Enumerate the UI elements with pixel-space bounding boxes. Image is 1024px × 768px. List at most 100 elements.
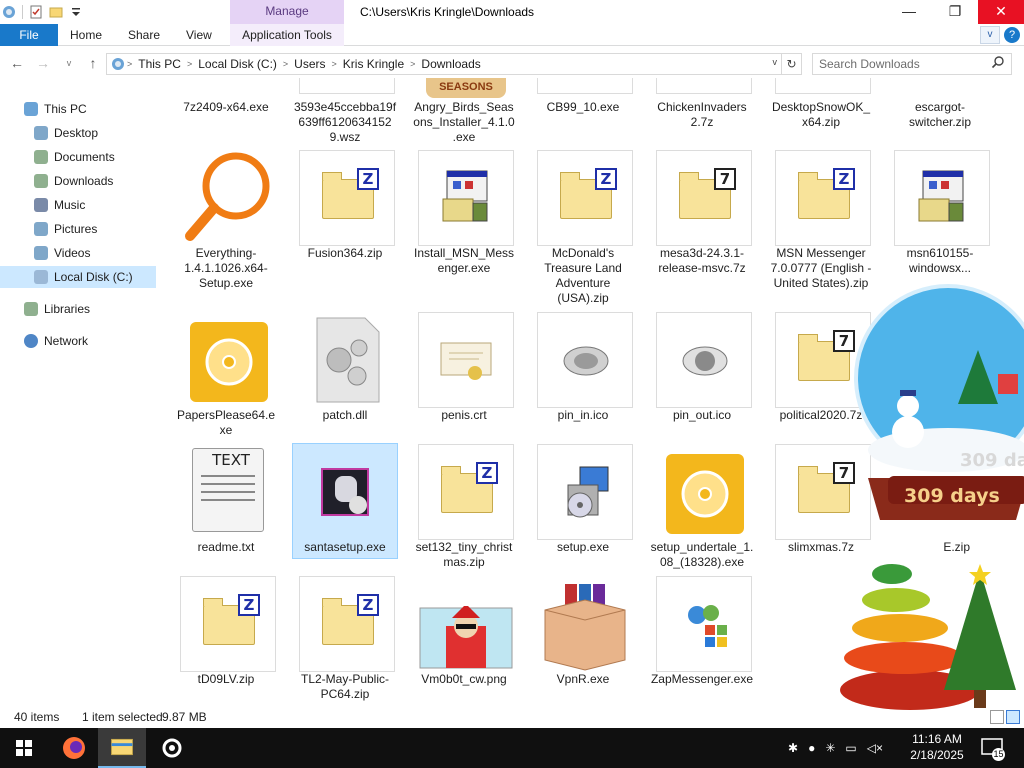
close-button[interactable]: ✕ bbox=[978, 0, 1024, 24]
file-escargot[interactable]: escargot-switcher.zip bbox=[888, 78, 992, 142]
sidebar-item-libraries[interactable]: Libraries bbox=[24, 298, 90, 320]
address-bar[interactable]: > This PC > Local Disk (C:) > Users > Kr… bbox=[106, 53, 782, 75]
desktop-icon bbox=[34, 126, 48, 140]
messenger-icon bbox=[688, 605, 727, 647]
sidebar-item-label: Libraries bbox=[44, 302, 91, 316]
file-zapmessenger[interactable]: ZapMessenger.exe bbox=[650, 576, 754, 706]
recent-locations-button[interactable]: v bbox=[58, 52, 80, 74]
windows-start-icon[interactable] bbox=[0, 728, 48, 768]
breadcrumb-separator[interactable]: > bbox=[408, 59, 417, 69]
snowflake-tray-icon[interactable]: ✱ bbox=[788, 741, 798, 755]
notification-center-icon[interactable]: 15 bbox=[980, 736, 1005, 761]
file-chickeninvaders[interactable]: ChickenInvaders 2.7z bbox=[650, 78, 754, 142]
tab-file[interactable]: File bbox=[0, 24, 58, 46]
file-vpnr[interactable]: VpnR.exe bbox=[531, 576, 635, 706]
file-vm0b0t-png[interactable]: Vm0b0t_cw.png bbox=[412, 576, 516, 706]
expand-ribbon-button[interactable]: v bbox=[980, 26, 1000, 44]
file-mesa3d[interactable]: 7 mesa3d-24.3.1-release-msvc.7z bbox=[650, 150, 754, 300]
file-santasetup-selected[interactable]: santasetup.exe bbox=[292, 443, 398, 559]
documents-icon bbox=[34, 150, 48, 164]
sidebar-item-music[interactable]: Music bbox=[34, 194, 85, 216]
file-explorer-taskbar-icon[interactable] bbox=[98, 728, 146, 768]
tab-view[interactable]: View bbox=[174, 24, 224, 46]
address-dropdown-icon[interactable]: v bbox=[773, 57, 778, 67]
file-cb99[interactable]: CB99_10.exe bbox=[531, 78, 635, 142]
file-label: VpnR.exe bbox=[556, 672, 610, 686]
file-pin-in[interactable]: pin_in.ico bbox=[531, 312, 635, 442]
taskbar-clock[interactable]: 11:16 AM 2/18/2025 bbox=[904, 731, 970, 763]
file-fusion364[interactable]: Z Fusion364.zip bbox=[293, 150, 397, 300]
days-counter-top: 309 days bbox=[960, 450, 1024, 471]
sidebar-item-documents[interactable]: Documents bbox=[34, 146, 115, 168]
7z-archive-icon: 7 bbox=[679, 168, 736, 219]
file-angry-birds[interactable]: SEASONS Angry_Birds_Seasons_Installer_4.… bbox=[412, 78, 516, 144]
file-pin-out[interactable]: pin_out.ico bbox=[650, 312, 754, 442]
item-count: 40 items bbox=[14, 710, 60, 724]
sidebar-item-label: Network bbox=[44, 334, 89, 348]
file-everything-setup[interactable]: Everything-1.4.1.1026.x64-Setup.exe bbox=[174, 150, 278, 300]
file-wsz[interactable]: 3593e45ccebba19f639ff6120634152 9.wsz bbox=[293, 78, 397, 144]
christmas-tree-widget[interactable] bbox=[840, 540, 1024, 720]
explorer-app-icon[interactable] bbox=[2, 5, 16, 19]
file-thumbnail bbox=[656, 312, 752, 408]
sidebar-item-this-pc[interactable]: This PC bbox=[24, 98, 87, 120]
file-readme[interactable]: TEXT readme.txt bbox=[174, 444, 278, 574]
sidebar-item-videos[interactable]: Videos bbox=[34, 242, 90, 264]
network-tray-icon[interactable]: ▭ bbox=[845, 741, 856, 755]
search-input[interactable]: Search Downloads bbox=[812, 53, 1012, 75]
search-icon[interactable] bbox=[991, 55, 1005, 69]
refresh-button[interactable]: ↻ bbox=[782, 53, 802, 75]
file-label: mesa3d-24.3.1-release-msvc.7z bbox=[658, 246, 746, 275]
sidebar-item-desktop[interactable]: Desktop bbox=[34, 122, 98, 144]
file-crt[interactable]: penis.crt bbox=[412, 312, 516, 442]
help-icon[interactable]: ? bbox=[1004, 27, 1020, 43]
snow-globe-widget[interactable]: 309 days 309 days bbox=[848, 254, 1024, 554]
file-setup-undertale[interactable]: setup_undertale_1.08_(18328).exe bbox=[650, 444, 754, 574]
breadcrumb-separator[interactable]: > bbox=[185, 59, 194, 69]
file-thumbnail bbox=[418, 150, 514, 246]
sidebar-item-local-disk[interactable]: Local Disk (C:) bbox=[0, 266, 156, 288]
forward-button[interactable]: → bbox=[32, 52, 54, 74]
file-label: TL2-May-Public-PC64.zip bbox=[300, 672, 390, 701]
file-patch-dll[interactable]: patch.dll bbox=[293, 312, 397, 442]
maximize-button[interactable]: ❐ bbox=[932, 0, 978, 24]
volume-tray-icon[interactable]: ◁× bbox=[867, 741, 883, 755]
sidebar-item-label: Downloads bbox=[54, 174, 114, 188]
breadcrumb-users[interactable]: Users bbox=[290, 57, 329, 71]
tab-application-tools[interactable]: Application Tools bbox=[230, 24, 344, 46]
new-folder-icon[interactable] bbox=[49, 5, 63, 19]
tab-share[interactable]: Share bbox=[116, 24, 172, 46]
clock-time: 11:16 AM bbox=[912, 732, 962, 746]
breadcrumb-kris-kringle[interactable]: Kris Kringle bbox=[339, 57, 408, 71]
breadcrumb-separator[interactable]: > bbox=[281, 59, 290, 69]
tab-home[interactable]: Home bbox=[58, 24, 114, 46]
qat-dropdown-icon[interactable] bbox=[69, 5, 83, 19]
back-button[interactable]: ← bbox=[6, 52, 28, 74]
brightness-tray-icon[interactable]: ✳ bbox=[825, 741, 835, 755]
file-desktopsnowok[interactable]: DesktopSnowOK_x64.zip bbox=[769, 78, 873, 142]
properties-icon[interactable] bbox=[29, 5, 43, 19]
file-tl2[interactable]: Z TL2-May-Public-PC64.zip bbox=[293, 576, 397, 706]
breadcrumb-this-pc[interactable]: This PC bbox=[134, 57, 185, 71]
sidebar-item-downloads[interactable]: Downloads bbox=[34, 170, 113, 192]
file-install-msn[interactable]: Install_MSN_Messenger.exe bbox=[412, 150, 516, 300]
breadcrumb-downloads[interactable]: Downloads bbox=[417, 57, 484, 71]
settings-gear-icon[interactable] bbox=[148, 728, 196, 768]
file-set132[interactable]: Z set132_tiny_christmas.zip bbox=[412, 444, 516, 574]
file-mcdonalds[interactable]: Z McDonald's Treasure Land Adventure (US… bbox=[531, 150, 635, 305]
up-button[interactable]: ↑ bbox=[82, 52, 104, 74]
manage-contextual-tab[interactable]: Manage bbox=[230, 0, 344, 24]
file-setup[interactable]: setup.exe bbox=[531, 444, 635, 574]
sidebar-item-network[interactable]: Network bbox=[24, 330, 88, 352]
file-7z2409[interactable]: 7z2409-x64.exe bbox=[174, 78, 278, 142]
breadcrumb-separator[interactable]: > bbox=[330, 59, 339, 69]
sidebar-item-pictures[interactable]: Pictures bbox=[34, 218, 97, 240]
breadcrumb-local-disk[interactable]: Local Disk (C:) bbox=[194, 57, 281, 71]
breadcrumb-separator[interactable]: > bbox=[125, 59, 134, 69]
water-drop-tray-icon[interactable]: ● bbox=[808, 741, 815, 755]
file-papersplease[interactable]: PapersPlease64.exe bbox=[174, 312, 278, 442]
minimize-button[interactable]: — bbox=[886, 0, 932, 24]
file-td09lv[interactable]: Z tD09LV.zip bbox=[174, 576, 278, 706]
this-pc-icon bbox=[112, 58, 124, 70]
firefox-icon[interactable] bbox=[50, 728, 98, 768]
